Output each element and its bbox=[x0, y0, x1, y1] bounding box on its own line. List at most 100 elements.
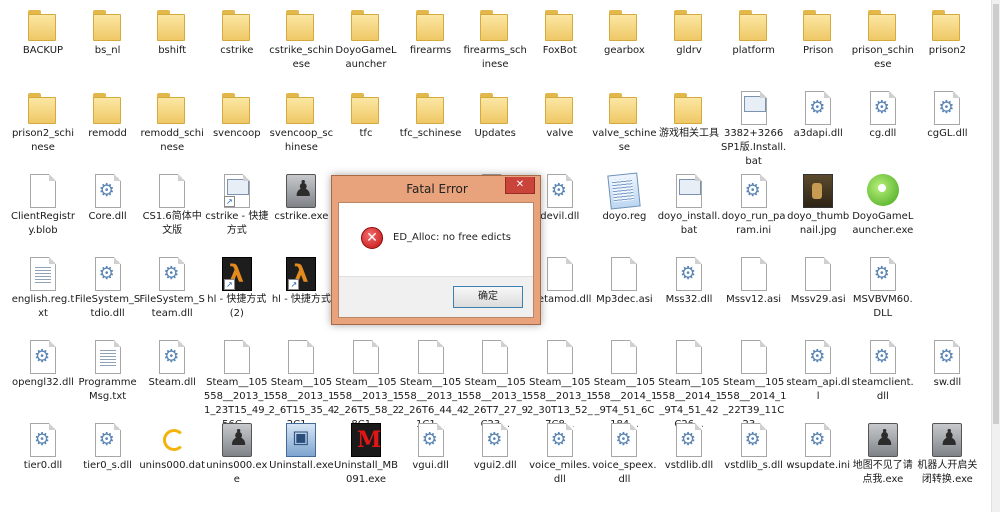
desktop-item[interactable]: Core.dll bbox=[77, 168, 139, 240]
desktop-item[interactable]: FileSystem_Steam.dll bbox=[140, 251, 205, 323]
desktop-item[interactable]: svencoop_schinese bbox=[270, 85, 333, 157]
desktop-item-label: tier0_s.dll bbox=[83, 460, 132, 471]
desktop-item[interactable]: voice_miles.dll bbox=[529, 417, 591, 489]
scroll-thumb[interactable] bbox=[993, 4, 999, 424]
desktop-item[interactable]: unins000.dat bbox=[139, 417, 205, 489]
desktop-item[interactable]: 机器人开启关闭转换.exe bbox=[916, 417, 978, 489]
desktop-item[interactable]: 3382+3266 SP1版.Install.bat bbox=[721, 85, 786, 167]
desktop-item[interactable]: remodd_schinese bbox=[140, 85, 204, 157]
desktop-item[interactable]: firearms_schinese bbox=[463, 2, 527, 74]
desktop-item[interactable]: vstdlib.dll bbox=[658, 417, 720, 489]
desktop-item[interactable]: doyo_install.bat bbox=[658, 168, 720, 240]
desktop-item[interactable]: doyo_run_param.ini bbox=[721, 168, 786, 240]
desktop-item[interactable]: Steam__105558__2013_12_26T5_58_28C1... bbox=[333, 334, 399, 430]
desktop-item[interactable]: bshift bbox=[141, 2, 203, 74]
desktop-item-label: valve_schinese bbox=[592, 128, 657, 153]
desktop-item[interactable]: Steam.dll bbox=[141, 334, 203, 406]
desktop-item[interactable]: remodd bbox=[77, 85, 139, 157]
desktop-item-label: FoxBot bbox=[542, 45, 577, 56]
desktop-item[interactable]: wsupdate.ini bbox=[786, 417, 850, 489]
desktop-item[interactable]: MSVBVM60.DLL bbox=[852, 251, 914, 323]
shortcut-arrow-icon: ↗ bbox=[223, 196, 235, 207]
desktop-item[interactable]: tier0.dll bbox=[12, 417, 74, 489]
desktop-item[interactable]: FileSystem_Stdio.dll bbox=[75, 251, 140, 323]
desktop-item[interactable]: FoxBot bbox=[529, 2, 591, 74]
desktop-item[interactable]: steamclient.dll bbox=[852, 334, 914, 406]
desktop-item[interactable]: tfc bbox=[335, 85, 397, 157]
desktop-item[interactable]: BACKUP bbox=[12, 2, 74, 74]
desktop-item[interactable]: Mp3dec.asi bbox=[593, 251, 655, 323]
desktop-item[interactable]: bs_nl bbox=[77, 2, 139, 74]
dialog-close-button[interactable]: ✕ bbox=[505, 177, 535, 194]
desktop-item[interactable]: Steam__105558__2013_11_23T15_49_56C... bbox=[204, 334, 270, 430]
desktop-item[interactable]: steam_api.dll bbox=[786, 334, 850, 406]
folder-icon bbox=[28, 91, 58, 125]
desktop-item[interactable]: vgui2.dll bbox=[464, 417, 526, 489]
desktop-item[interactable]: Steam__105558__2014_1_22T39_11C23... bbox=[721, 334, 787, 430]
desktop-item[interactable]: ProgrammeMsg.txt bbox=[77, 334, 139, 406]
desktop-item[interactable]: cgGL.dll bbox=[916, 85, 978, 157]
folder-icon bbox=[221, 91, 252, 125]
desktop-item[interactable]: tfc_schinese bbox=[400, 85, 462, 157]
ok-button[interactable]: 确定 bbox=[453, 286, 523, 308]
desktop-item-label: tfc bbox=[359, 128, 373, 139]
gear-file-icon bbox=[934, 340, 961, 374]
desktop-item-label: prison2_schinese bbox=[11, 128, 75, 153]
desktop-item[interactable]: DoyoGameLauncher.exe bbox=[852, 168, 914, 240]
desktop-item[interactable]: a3dapi.dll bbox=[787, 85, 849, 157]
desktop-item-label: doyo_run_param.ini bbox=[721, 211, 786, 236]
desktop-item[interactable]: gldrv bbox=[658, 2, 720, 74]
desktop-item[interactable]: cstrike.exe bbox=[270, 168, 332, 240]
desktop-item[interactable]: Uninstall_MB091.exe bbox=[334, 417, 398, 489]
desktop-item[interactable]: Steam__105558__2013_12_26T7_27_9C23... bbox=[462, 334, 528, 430]
desktop-item[interactable]: ↗ cstrike - 快捷方式 bbox=[205, 168, 268, 240]
desktop-item[interactable]: gearbox bbox=[593, 2, 655, 74]
desktop-item[interactable]: valve bbox=[529, 85, 591, 157]
desktop-item[interactable]: ClientRegistry.blob bbox=[11, 168, 75, 240]
desktop-item[interactable]: ↗ hl - 快捷方式 bbox=[270, 251, 332, 323]
desktop-item[interactable]: 游戏相关工具 bbox=[658, 85, 720, 157]
desktop-item[interactable]: DoyoGameLauncher bbox=[335, 2, 397, 74]
desktop-item[interactable]: Steam__105558__2013_12_6T15_35_42C1... bbox=[268, 334, 334, 430]
desktop-item[interactable]: Steam__105558__2014_1_9T4_51_42C26... bbox=[656, 334, 722, 430]
desktop-item-label: Steam.dll bbox=[148, 377, 196, 388]
desktop-item[interactable]: cg.dll bbox=[852, 85, 914, 157]
desktop-item[interactable]: Uninstall.exe bbox=[269, 417, 334, 489]
desktop-item[interactable]: prison_schinese bbox=[852, 2, 914, 74]
desktop-item[interactable]: valve_schinese bbox=[592, 85, 657, 157]
desktop-item[interactable]: tier0_s.dll bbox=[77, 417, 139, 489]
desktop-item[interactable]: prison2_schinese bbox=[12, 85, 74, 157]
desktop-item[interactable]: Updates bbox=[464, 85, 526, 157]
desktop-item[interactable]: opengl32.dll bbox=[12, 334, 74, 406]
desktop-item[interactable]: CS1.6简体中文版 bbox=[141, 168, 203, 240]
data-file-icon bbox=[157, 423, 187, 457]
desktop-item[interactable]: Prison bbox=[787, 2, 849, 74]
desktop-item[interactable]: Mssv29.asi bbox=[787, 251, 849, 323]
desktop-item[interactable]: ↗ hl - 快捷方式 (2) bbox=[206, 251, 268, 323]
desktop-item[interactable]: Steam__105558__2014_1_9T4_51_6C184... bbox=[591, 334, 657, 430]
desktop-item[interactable]: 地图不见了请点我.exe bbox=[852, 417, 914, 489]
desktop-item[interactable]: prison2 bbox=[916, 2, 978, 74]
desktop-item[interactable]: Steam__105558__2013_12_26T6_44_41C1... bbox=[398, 334, 464, 430]
desktop-item[interactable]: Steam__105558__2013_12_30T13_52_7C8... bbox=[527, 334, 593, 430]
desktop-item[interactable]: voice_speex.dll bbox=[592, 417, 657, 489]
vertical-scrollbar[interactable] bbox=[991, 0, 1000, 512]
desktop-item[interactable]: Mssv12.asi bbox=[723, 251, 785, 323]
desktop-item-label: sw.dll bbox=[933, 377, 962, 388]
desktop-item[interactable]: firearms bbox=[400, 2, 462, 74]
desktop-item[interactable]: svencoop bbox=[206, 85, 268, 157]
desktop-item[interactable]: doyo_thumbnail.jpg bbox=[787, 168, 849, 240]
desktop-item[interactable]: vstdlib_s.dll bbox=[723, 417, 785, 489]
desktop-item[interactable]: Mss32.dll bbox=[658, 251, 720, 323]
desktop-item[interactable]: doyo.reg bbox=[593, 168, 655, 240]
desktop-item[interactable]: sw.dll bbox=[916, 334, 978, 406]
desktop-item[interactable]: english.reg.txt bbox=[12, 251, 74, 323]
desktop-item[interactable]: vgui.dll bbox=[400, 417, 462, 489]
gear-file-icon bbox=[869, 91, 896, 125]
desktop-item[interactable]: platform bbox=[723, 2, 785, 74]
dialog-body: ✕ ED_Alloc: no free edicts 确定 bbox=[338, 202, 534, 318]
desktop-item[interactable]: cstrike_schinese bbox=[269, 2, 334, 74]
desktop-item-label: 游戏相关工具 bbox=[659, 128, 719, 139]
desktop-item[interactable]: cstrike bbox=[206, 2, 268, 74]
desktop-item[interactable]: unins000.exe bbox=[206, 417, 268, 489]
